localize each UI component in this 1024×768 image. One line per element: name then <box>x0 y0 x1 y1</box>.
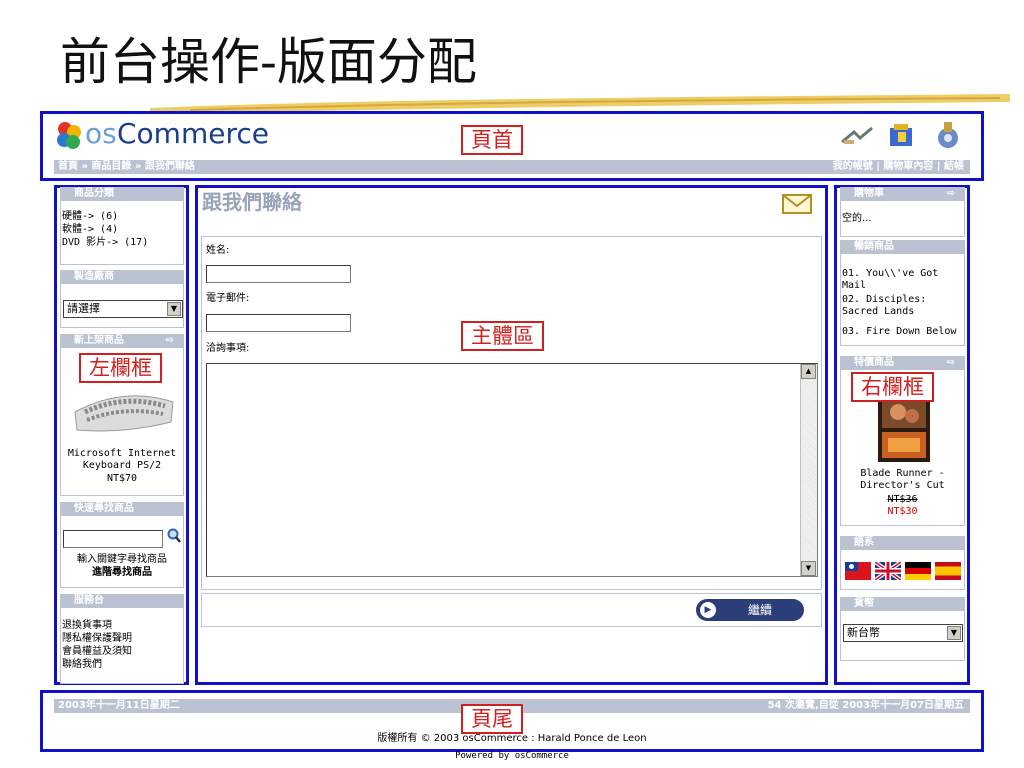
cart-box-title: 購物車 ⇨ <box>840 187 965 201</box>
header-icons <box>840 120 970 154</box>
currency-select[interactable]: 新台幣 ▼ <box>843 624 963 642</box>
quick-find-box: 輸入關鍵字尋找商品 進階尋找商品 <box>60 516 184 588</box>
quick-find-hint: 輸入關鍵字尋找商品 <box>77 554 167 565</box>
spain-flag-icon[interactable] <box>935 562 961 580</box>
nav-my-account[interactable]: 我的帳號 <box>833 161 873 172</box>
bestseller-item[interactable]: 03. Fire Down Below <box>842 326 964 338</box>
arrow-right-icon[interactable]: ⇨ <box>947 356 955 370</box>
oscommerce-logo[interactable]: os Commerce <box>55 118 295 152</box>
arrow-right-icon[interactable]: ⇨ <box>947 187 955 201</box>
category-software[interactable]: 軟體-> (4) <box>62 224 118 236</box>
footer-counter: 54 次瀏覽,自從 2003年十一月07日星期五 <box>767 700 964 711</box>
whats-new-box-title: 新上架商品 ⇨ <box>60 334 184 348</box>
chevron-down-icon: ▼ <box>167 302 181 316</box>
keyboard-product-image[interactable] <box>71 382 177 436</box>
enquiry-label: 洽詢事項: <box>206 343 250 354</box>
special-new-price: NT$30 <box>887 506 918 517</box>
textarea-scrollbar[interactable]: ▲ ▼ <box>800 364 817 576</box>
logo-commerce-text: Commerce <box>117 117 269 150</box>
header-navigation-bar: 首頁 » 商品目錄 » 跟我們聯絡 我的帳號 | 購物車內容 | 結帳 <box>54 160 970 174</box>
contact-form-panel: 姓名: 電子郵件: 洽詢事項: ▲ ▼ <box>201 236 822 590</box>
breadcrumb[interactable]: 首頁 » 商品目錄 » 跟我們聯絡 <box>58 160 195 174</box>
scroll-up-icon[interactable]: ▲ <box>801 364 816 379</box>
categories-box-title: 商品分類 <box>60 187 184 201</box>
taiwan-flag-icon[interactable] <box>845 562 871 580</box>
name-label: 姓名: <box>206 245 230 256</box>
info-link-conditions[interactable]: 會員權益及須知 <box>62 646 132 658</box>
footer-date: 2003年十一月11日星期二 <box>58 700 180 711</box>
categories-box: 硬體-> (6) 軟體-> (4) DVD 影片-> (17) <box>60 201 184 265</box>
continue-button[interactable]: ▶ 繼續 <box>696 599 804 621</box>
footer-powered-by[interactable]: Powered by osCommerce <box>0 751 1024 762</box>
header-label: 頁首 <box>461 125 523 155</box>
quick-find-input[interactable] <box>63 530 163 548</box>
currencies-box: 新台幣 ▼ <box>840 611 965 661</box>
arrow-right-icon[interactable]: ⇨ <box>166 334 174 348</box>
info-link-contact[interactable]: 聯絡我們 <box>62 659 102 671</box>
envelope-icon <box>782 194 812 214</box>
bestsellers-box-title: 暢銷商品 <box>840 240 965 254</box>
quick-find-box-title: 快速尋找商品 <box>60 502 184 516</box>
info-link-privacy[interactable]: 隱私權保護聲明 <box>62 633 132 645</box>
information-box: 退換貨事項 隱私權保護聲明 會員權益及須知 聯絡我們 <box>60 608 184 684</box>
manufacturers-box: 請選擇 ▼ <box>60 284 184 328</box>
form-actions-bar: ▶ 繼續 <box>201 593 822 627</box>
logo-balls-icon <box>57 122 81 149</box>
category-hardware[interactable]: 硬體-> (6) <box>62 211 118 223</box>
header-nav-links: 我的帳號 | 購物車內容 | 結帳 <box>832 161 964 172</box>
chevron-down-icon: ▼ <box>947 626 961 640</box>
special-product-name[interactable]: Blade Runner - Director's Cut <box>841 468 964 492</box>
specials-box-title: 特價商品 ⇨ <box>840 356 965 370</box>
name-input[interactable] <box>206 265 351 283</box>
enquiry-textarea[interactable]: ▲ ▼ <box>206 363 818 577</box>
search-icon[interactable] <box>167 528 181 544</box>
blade-runner-cover-image[interactable] <box>878 394 930 462</box>
special-old-price: NT$36 <box>887 494 918 505</box>
footer-copyright: 版權所有 © 2003 osCommerce : Harald Ponce de… <box>377 733 647 744</box>
email-label: 電子郵件: <box>206 293 250 304</box>
play-arrow-icon: ▶ <box>700 602 716 618</box>
main-area-label: 主體區 <box>461 321 544 351</box>
scroll-down-icon[interactable]: ▼ <box>801 561 816 576</box>
nav-cart-contents[interactable]: 購物車內容 <box>883 161 933 172</box>
footer-label: 頁尾 <box>461 704 523 734</box>
slide-title: 前台操作-版面分配 <box>60 33 477 91</box>
germany-flag-icon[interactable] <box>905 562 931 580</box>
page-heading: 跟我們聯絡 <box>202 190 302 214</box>
manufacturer-select[interactable]: 請選擇 ▼ <box>63 300 183 318</box>
logo-os-text: os <box>85 117 117 150</box>
languages-box-title: 語系 <box>840 536 965 550</box>
uk-flag-icon[interactable] <box>875 562 901 580</box>
bestsellers-box: 01. You\\'ve Got Mail 02. Disciples: Sac… <box>840 254 965 346</box>
left-column-label: 左欄框 <box>79 353 162 383</box>
cart-icon[interactable] <box>886 120 918 150</box>
new-product-price: NT$70 <box>106 473 138 484</box>
account-icon[interactable] <box>840 126 874 148</box>
info-link-returns[interactable]: 退換貨事項 <box>62 620 112 632</box>
bestseller-item[interactable]: 01. You\\'ve Got Mail <box>842 268 964 292</box>
email-input[interactable] <box>206 314 351 332</box>
right-column-label: 右欄框 <box>851 372 934 402</box>
checkout-icon[interactable] <box>932 120 964 150</box>
bestseller-item[interactable]: 02. Disciples: Sacred Lands <box>842 294 964 318</box>
currencies-box-title: 貨幣 <box>840 597 965 611</box>
new-product-name[interactable]: Microsoft Internet Keyboard PS/2 <box>61 448 183 472</box>
advanced-search-link[interactable]: 進階尋找商品 <box>61 567 183 579</box>
cart-contents: 空的... <box>842 213 872 224</box>
nav-checkout[interactable]: 結帳 <box>944 161 964 172</box>
category-dvd[interactable]: DVD 影片-> (17) <box>62 237 148 249</box>
information-box-title: 服務台 <box>60 594 184 608</box>
languages-box <box>840 550 965 590</box>
continue-label: 繼續 <box>748 603 773 617</box>
manufacturers-box-title: 製造廠商 <box>60 270 184 284</box>
cart-box: 空的... <box>840 201 965 237</box>
